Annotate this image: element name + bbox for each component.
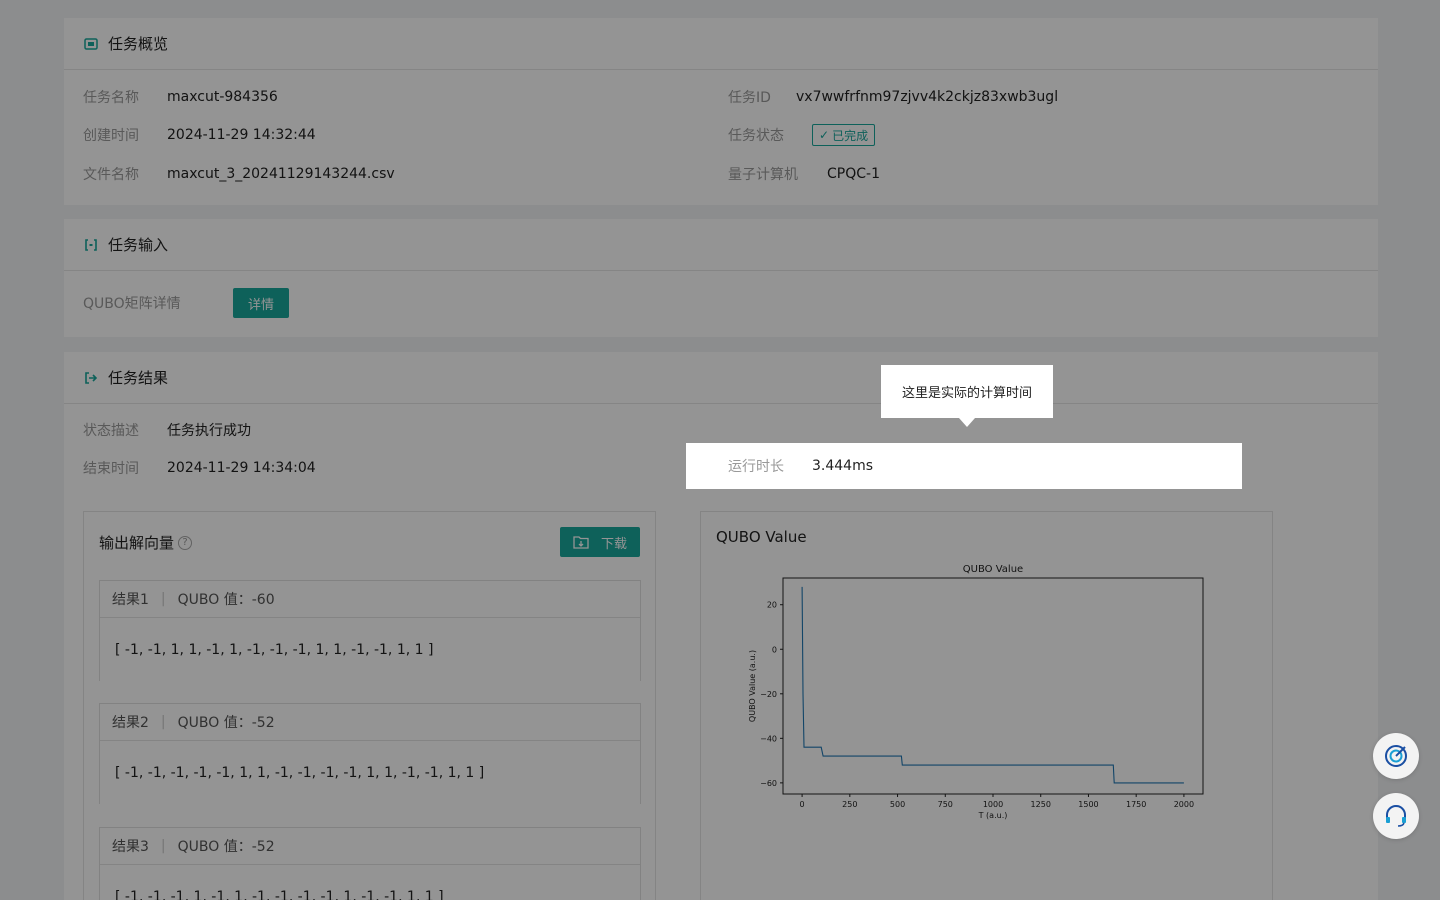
support-button[interactable] bbox=[1373, 793, 1419, 839]
headset-icon bbox=[1386, 805, 1406, 827]
runtime-field: 运行时长 3.444ms bbox=[728, 458, 874, 475]
target-icon bbox=[1385, 745, 1407, 767]
guide-tooltip: 这里是实际的计算时间 bbox=[881, 365, 1053, 418]
runtime-value: 3.444ms bbox=[812, 458, 874, 474]
feedback-button[interactable] bbox=[1373, 733, 1419, 779]
runtime-spotlight: 运行时长 3.444ms bbox=[686, 443, 1242, 489]
tooltip-arrow bbox=[959, 418, 975, 427]
